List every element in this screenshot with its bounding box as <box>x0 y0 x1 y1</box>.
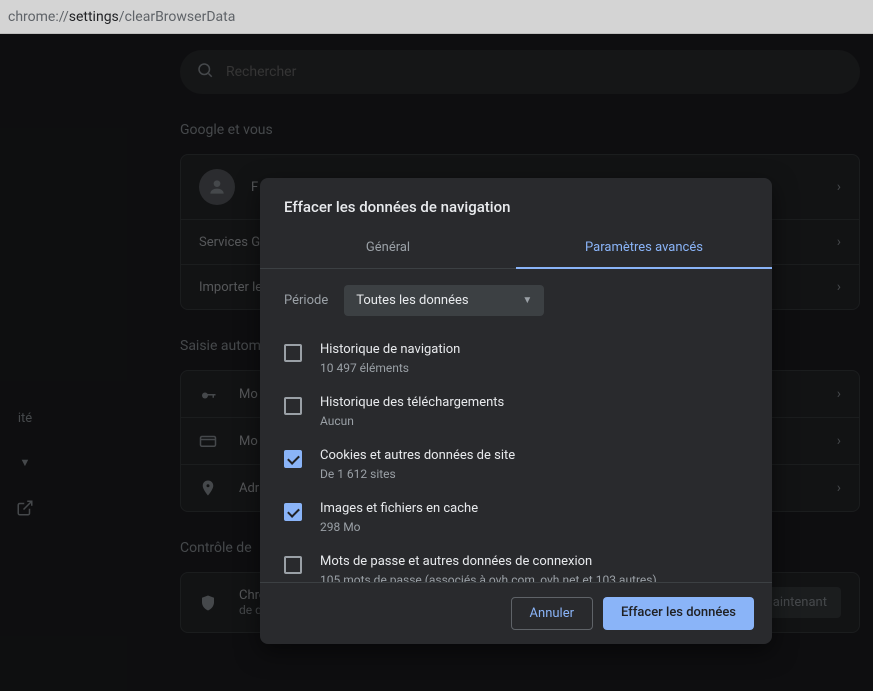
url-bar[interactable]: chrome://settings/clearBrowserData <box>0 0 873 34</box>
tab-advanced[interactable]: Paramètres avancés <box>516 228 772 269</box>
tab-basic[interactable]: Général <box>260 228 516 269</box>
checkbox[interactable] <box>284 503 302 521</box>
option-row[interactable]: Cookies et autres données de site De 1 61… <box>284 438 748 491</box>
option-subtitle: 105 mots de passe (associés à ovh.com, o… <box>320 573 657 582</box>
url-sub: /clearBrowserData <box>119 9 236 25</box>
triangle-down-icon: ▼ <box>522 295 532 306</box>
option-title: Historique de navigation <box>320 342 460 357</box>
option-title: Cookies et autres données de site <box>320 448 515 463</box>
option-title: Mots de passe et autres données de conne… <box>320 554 657 569</box>
clear-data-button[interactable]: Effacer les données <box>603 597 754 630</box>
option-subtitle: 10 497 éléments <box>320 361 460 375</box>
period-value: Toutes les données <box>356 293 468 308</box>
checkbox[interactable] <box>284 344 302 362</box>
period-select[interactable]: Toutes les données ▼ <box>344 285 544 316</box>
cancel-button[interactable]: Annuler <box>511 597 593 630</box>
option-row[interactable]: Images et fichiers en cache 298 Mo <box>284 491 748 544</box>
period-label: Période <box>284 293 328 308</box>
option-subtitle: De 1 612 sites <box>320 467 515 481</box>
checkbox[interactable] <box>284 450 302 468</box>
option-title: Historique des téléchargements <box>320 395 504 410</box>
url-scheme: chrome:// <box>8 9 69 25</box>
dialog-title: Effacer les données de navigation <box>260 178 772 228</box>
url-main: settings <box>69 9 119 25</box>
options-list: Historique de navigation10 497 élémentsH… <box>260 332 772 582</box>
dialog-tabs: Général Paramètres avancés <box>260 228 772 269</box>
checkbox[interactable] <box>284 397 302 415</box>
option-subtitle: 298 Mo <box>320 520 478 534</box>
clear-data-dialog: Effacer les données de navigation Généra… <box>260 178 772 644</box>
option-title: Images et fichiers en cache <box>320 501 478 516</box>
option-row[interactable]: Historique de navigation 10 497 éléments <box>284 332 748 385</box>
checkbox[interactable] <box>284 556 302 574</box>
option-row[interactable]: Mots de passe et autres données de conne… <box>284 544 748 582</box>
option-row[interactable]: Historique des téléchargements Aucun <box>284 385 748 438</box>
option-subtitle: Aucun <box>320 414 504 428</box>
